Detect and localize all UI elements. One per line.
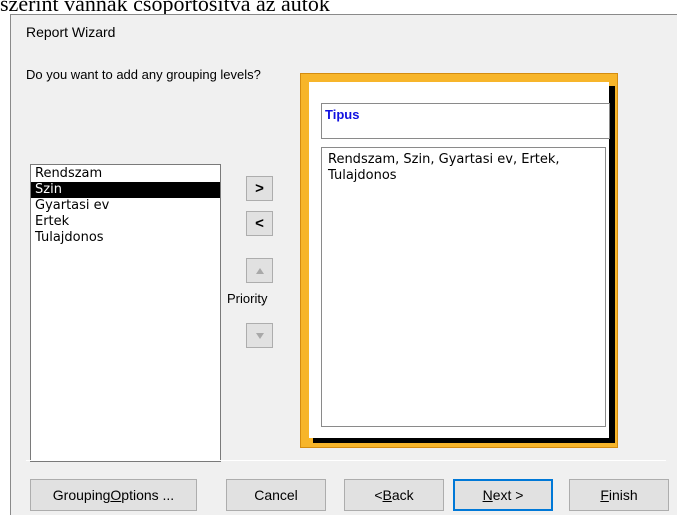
arrow-up-icon (255, 267, 264, 274)
remove-grouping-button[interactable]: < (246, 211, 273, 236)
field-list-item[interactable]: Rendszam (31, 166, 220, 182)
back-label-pre: < (374, 487, 383, 503)
preview-detail-box: Rendszam, Szin, Gyartasi ev, Ertek, Tula… (321, 147, 606, 427)
finish-button[interactable]: Finish (569, 479, 669, 511)
add-grouping-button[interactable]: > (246, 176, 273, 201)
arrow-down-icon (255, 332, 264, 339)
grouping-question: Do you want to add any grouping levels? (26, 67, 261, 82)
back-button[interactable]: < Back (344, 479, 444, 511)
available-fields-list[interactable]: Rendszam Szin Gyartasi ev Ertek Tulajdonos (30, 164, 221, 462)
grouping-options-label-pre: Grouping (52, 487, 111, 503)
report-wizard-window: Report Wizard Do you want to add any gro… (10, 14, 677, 515)
back-label-post: ack (391, 487, 414, 503)
priority-up-button[interactable] (246, 258, 273, 283)
group-header-label: Tipus (325, 107, 360, 122)
window-title: Report Wizard (26, 24, 116, 40)
cancel-button[interactable]: Cancel (226, 479, 326, 511)
finish-accesskey: F (600, 487, 609, 503)
back-accesskey: B (382, 487, 392, 503)
next-label-post: ext > (492, 487, 524, 503)
finish-label-post: inish (608, 487, 638, 503)
footer-separator (26, 460, 666, 461)
next-button[interactable]: Next > (453, 479, 553, 511)
priority-down-button[interactable] (246, 323, 273, 348)
grouping-options-label-post: ptions ... (121, 487, 175, 503)
grouping-preview: Tipus Rendszam, Szin, Gyartasi ev, Ertek… (300, 73, 618, 448)
field-list-item[interactable]: Gyartasi ev (31, 198, 220, 214)
grouping-options-button[interactable]: Grouping Options ... (30, 479, 197, 511)
field-list-item[interactable]: Ertek (31, 214, 220, 230)
grouping-options-accesskey: O (110, 487, 122, 503)
next-accesskey: N (482, 487, 493, 503)
field-list-item[interactable]: Szin (31, 182, 220, 198)
priority-label: Priority (227, 291, 268, 306)
preview-group-header: Tipus (321, 103, 610, 139)
detail-fields-text: Rendszam, Szin, Gyartasi ev, Ertek, Tula… (328, 152, 560, 183)
field-list-item[interactable]: Tulajdonos (31, 230, 220, 246)
